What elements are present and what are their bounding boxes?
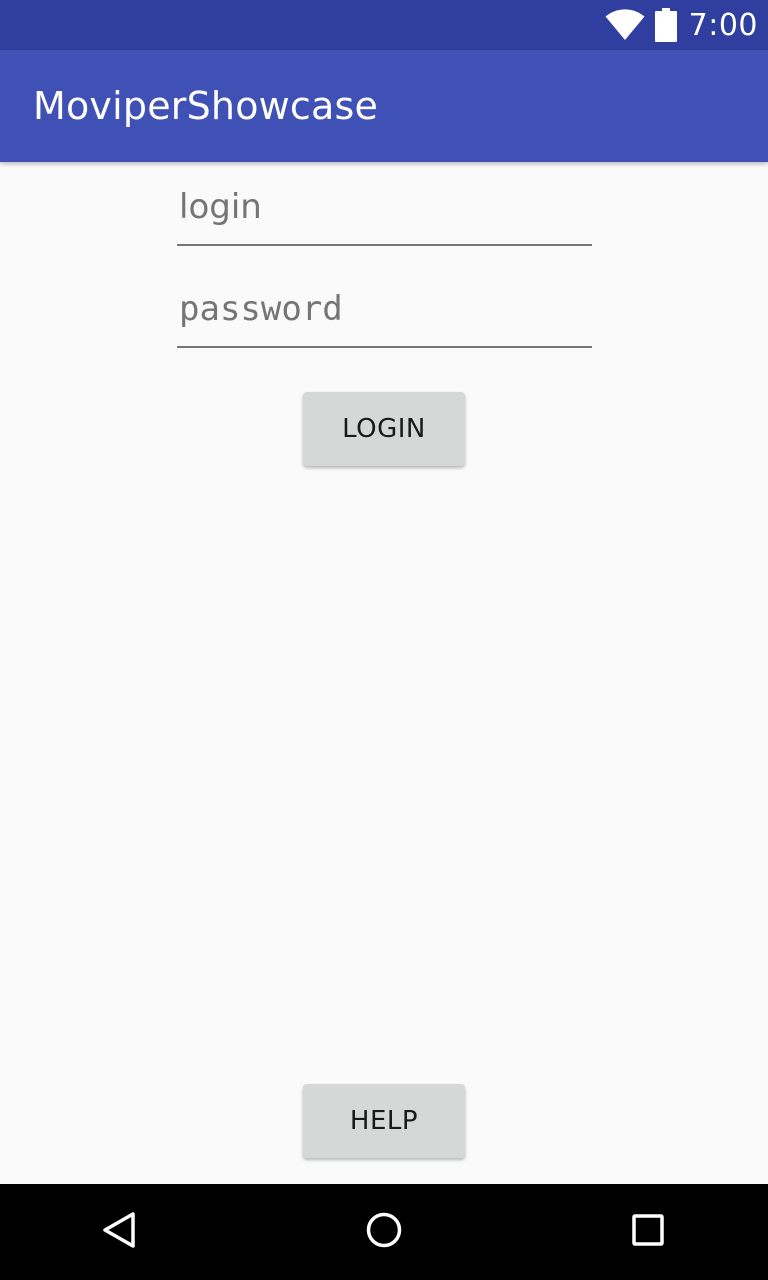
help-button[interactable]: HELP: [303, 1084, 465, 1158]
navigation-bar: [0, 1184, 768, 1280]
back-button[interactable]: [90, 1202, 150, 1262]
login-button[interactable]: LOGIN: [303, 392, 465, 466]
login-input[interactable]: [177, 176, 592, 246]
password-input[interactable]: [177, 278, 592, 348]
status-time: 7:00: [688, 7, 758, 43]
app-title: MoviperShowcase: [33, 84, 379, 128]
status-icons: 7:00: [605, 0, 758, 50]
home-button[interactable]: [354, 1202, 414, 1262]
status-bar: 7:00: [0, 0, 768, 50]
wifi-icon: [605, 9, 645, 41]
back-icon: [100, 1210, 140, 1255]
recents-button[interactable]: [618, 1202, 678, 1262]
recents-icon: [628, 1210, 668, 1255]
screen: 7:00 MoviperShowcase LOGIN HELP: [0, 0, 768, 1280]
app-bar: MoviperShowcase: [0, 50, 768, 162]
battery-icon: [654, 8, 677, 42]
home-icon: [364, 1210, 404, 1255]
